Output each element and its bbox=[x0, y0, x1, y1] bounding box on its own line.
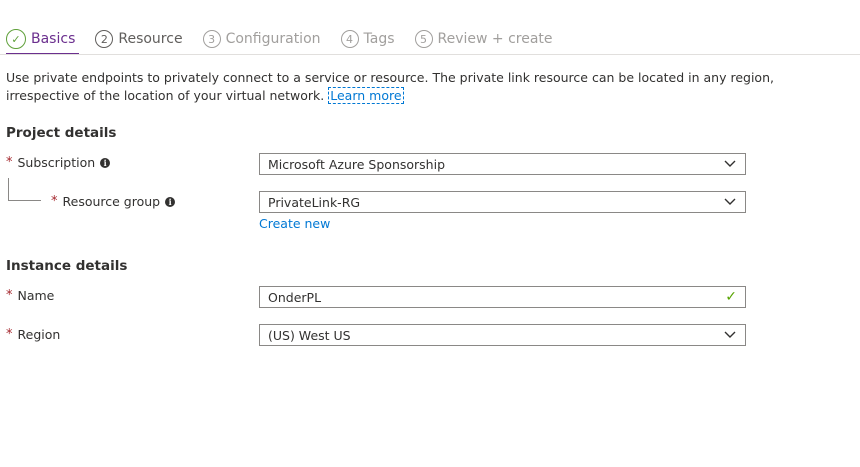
required-marker: * bbox=[6, 155, 13, 170]
step-number-icon: 3 bbox=[202, 30, 221, 48]
required-marker: * bbox=[6, 288, 13, 303]
region-label-text: Region bbox=[17, 327, 61, 342]
resource-group-label-text: Resource group bbox=[62, 194, 161, 209]
step-number-icon: 2 bbox=[95, 30, 114, 48]
info-icon[interactable]: i bbox=[165, 196, 176, 207]
tab-label: Basics bbox=[31, 31, 76, 47]
checkmark-icon: ✓ bbox=[725, 289, 737, 305]
page-description: Use private endpoints to privately conne… bbox=[6, 69, 806, 105]
tab-label: Tags bbox=[363, 31, 395, 47]
tab-label: Review + create bbox=[437, 31, 553, 47]
name-label: * Name bbox=[6, 288, 54, 303]
check-circle-icon: ✓ bbox=[6, 29, 26, 49]
learn-more-link[interactable]: Learn more bbox=[328, 87, 404, 104]
description-line-2: irrespective of the location of your vir… bbox=[6, 87, 806, 105]
tree-connector bbox=[8, 178, 9, 200]
chevron-down-icon bbox=[723, 159, 737, 169]
resource-group-value: PrivateLink-RG bbox=[268, 194, 361, 210]
region-label: * Region bbox=[6, 327, 60, 342]
tab-review-create[interactable]: 5 Review + create bbox=[414, 25, 553, 53]
project-details-heading: Project details bbox=[6, 125, 117, 141]
chevron-down-icon bbox=[723, 330, 737, 340]
subscription-dropdown[interactable]: Microsoft Azure Sponsorship bbox=[259, 153, 746, 175]
subscription-value: Microsoft Azure Sponsorship bbox=[268, 156, 446, 172]
name-label-text: Name bbox=[17, 288, 55, 303]
tab-configuration[interactable]: 3 Configuration bbox=[202, 25, 321, 53]
name-input[interactable]: OnderPL ✓ bbox=[259, 286, 746, 308]
step-number-icon: 5 bbox=[414, 30, 433, 48]
instance-details-heading: Instance details bbox=[6, 258, 128, 274]
wizard-tabs: ✓ Basics 2 Resource 3 Configuration 4 Ta… bbox=[6, 25, 573, 55]
required-marker: * bbox=[51, 194, 58, 209]
create-new-link[interactable]: Create new bbox=[259, 216, 330, 231]
tab-label: Resource bbox=[118, 31, 183, 47]
region-value: (US) West US bbox=[268, 327, 351, 343]
description-line-2-text: irrespective of the location of your vir… bbox=[6, 88, 325, 103]
info-icon[interactable]: i bbox=[100, 157, 111, 168]
step-number-icon: 4 bbox=[340, 30, 359, 48]
resource-group-dropdown[interactable]: PrivateLink-RG bbox=[259, 191, 746, 213]
tab-basics[interactable]: ✓ Basics bbox=[6, 25, 80, 55]
tabs-divider bbox=[0, 54, 860, 55]
subscription-label: * Subscription i bbox=[6, 155, 111, 170]
subscription-label-text: Subscription bbox=[17, 155, 96, 170]
tab-tags[interactable]: 4 Tags bbox=[340, 25, 395, 53]
tab-resource[interactable]: 2 Resource bbox=[95, 25, 183, 53]
name-value: OnderPL bbox=[268, 289, 322, 305]
required-marker: * bbox=[6, 327, 13, 342]
resource-group-label: * Resource group i bbox=[51, 194, 176, 209]
description-line-1: Use private endpoints to privately conne… bbox=[6, 70, 774, 85]
tab-label: Configuration bbox=[225, 31, 321, 47]
tree-connector bbox=[8, 200, 41, 201]
region-dropdown[interactable]: (US) West US bbox=[259, 324, 746, 346]
chevron-down-icon bbox=[723, 197, 737, 207]
